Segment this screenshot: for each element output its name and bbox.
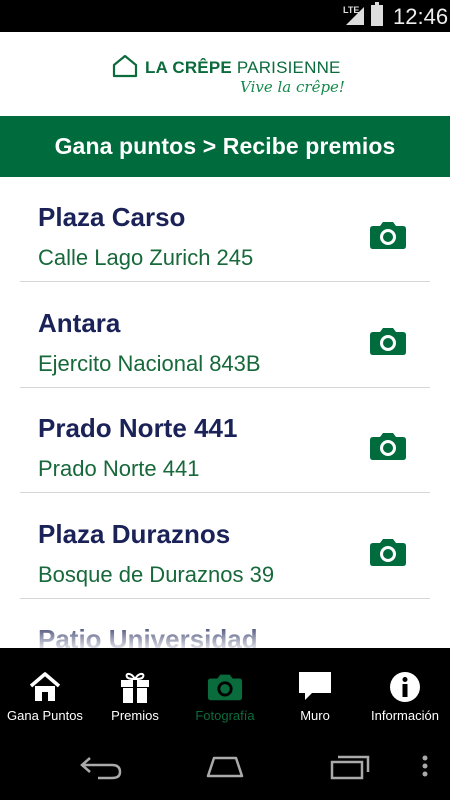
promo-banner: Gana puntos > Recibe premios bbox=[0, 116, 450, 177]
camera-icon[interactable] bbox=[369, 326, 407, 356]
home-nav-icon[interactable] bbox=[200, 752, 250, 780]
location-name: Plaza Carso bbox=[38, 202, 186, 232]
back-icon[interactable] bbox=[76, 752, 126, 780]
brand-logo: LA CRÊPE PARISIENNE Vive la crêpe! bbox=[112, 54, 352, 102]
network-type: LTE bbox=[343, 5, 360, 15]
list-item[interactable]: Antara Ejercito Nacional 843B bbox=[20, 283, 430, 388]
location-address: Calle Lago Zurich 245 bbox=[38, 245, 254, 270]
status-time: 12:46 bbox=[393, 4, 449, 29]
overflow-menu-icon[interactable] bbox=[418, 752, 432, 780]
location-name: Prado Norte 441 bbox=[38, 413, 238, 443]
list-item[interactable]: Plaza Duraznos Bosque de Duraznos 39 bbox=[20, 494, 430, 599]
tab-premios[interactable]: Premios bbox=[90, 648, 180, 730]
tab-informacion[interactable]: Información bbox=[360, 648, 450, 730]
camera-icon[interactable] bbox=[369, 537, 407, 567]
tab-label: Gana Puntos bbox=[7, 708, 83, 723]
location-name: Patio Universidad bbox=[38, 624, 258, 648]
location-address: Bosque de Duraznos 39 bbox=[38, 562, 275, 587]
list-item[interactable]: Prado Norte 441 Prado Norte 441 bbox=[20, 388, 430, 493]
info-icon bbox=[387, 670, 423, 704]
list-item[interactable]: Patio Universidad bbox=[20, 599, 430, 648]
tab-gana-puntos[interactable]: Gana Puntos bbox=[0, 648, 90, 730]
status-bar: LTE 12:46 bbox=[0, 0, 450, 32]
battery-icon bbox=[371, 2, 383, 26]
app-header: LA CRÊPE PARISIENNE Vive la crêpe! bbox=[0, 32, 450, 116]
tab-label: Premios bbox=[111, 708, 159, 723]
tab-fotografia[interactable]: Fotografía bbox=[180, 648, 270, 730]
banner-title: Gana puntos > Recibe premios bbox=[54, 133, 396, 159]
tab-label: Información bbox=[371, 708, 439, 723]
camera-icon[interactable] bbox=[369, 431, 407, 461]
location-name: Antara bbox=[38, 308, 121, 338]
camera-icon bbox=[207, 670, 243, 704]
tab-muro[interactable]: Muro bbox=[270, 648, 360, 730]
bottom-tab-bar: Gana Puntos Premios Fotografía Muro Info… bbox=[0, 648, 450, 730]
gift-icon bbox=[117, 670, 153, 704]
brand-name-light: PARISIENNE bbox=[236, 58, 341, 77]
house-logo-icon bbox=[112, 54, 138, 78]
camera-icon[interactable] bbox=[369, 220, 407, 250]
brand-name: LA CRÊPE PARISIENNE bbox=[145, 58, 341, 78]
tab-label: Fotografía bbox=[195, 708, 255, 723]
recent-apps-icon[interactable] bbox=[326, 752, 376, 780]
speech-bubble-icon bbox=[297, 670, 333, 704]
system-nav-bar bbox=[0, 730, 450, 800]
home-icon bbox=[27, 670, 63, 704]
brand-name-bold: LA CRÊPE bbox=[145, 58, 232, 77]
location-address: Prado Norte 441 bbox=[38, 456, 200, 481]
brand-tagline: Vive la crêpe! bbox=[240, 78, 345, 96]
list-item[interactable]: Plaza Carso Calle Lago Zurich 245 bbox=[20, 177, 430, 282]
location-name: Plaza Duraznos bbox=[38, 519, 231, 549]
location-list[interactable]: Plaza Carso Calle Lago Zurich 245 Antara… bbox=[0, 177, 450, 648]
tab-label: Muro bbox=[300, 708, 330, 723]
location-address: Ejercito Nacional 843B bbox=[38, 351, 261, 376]
